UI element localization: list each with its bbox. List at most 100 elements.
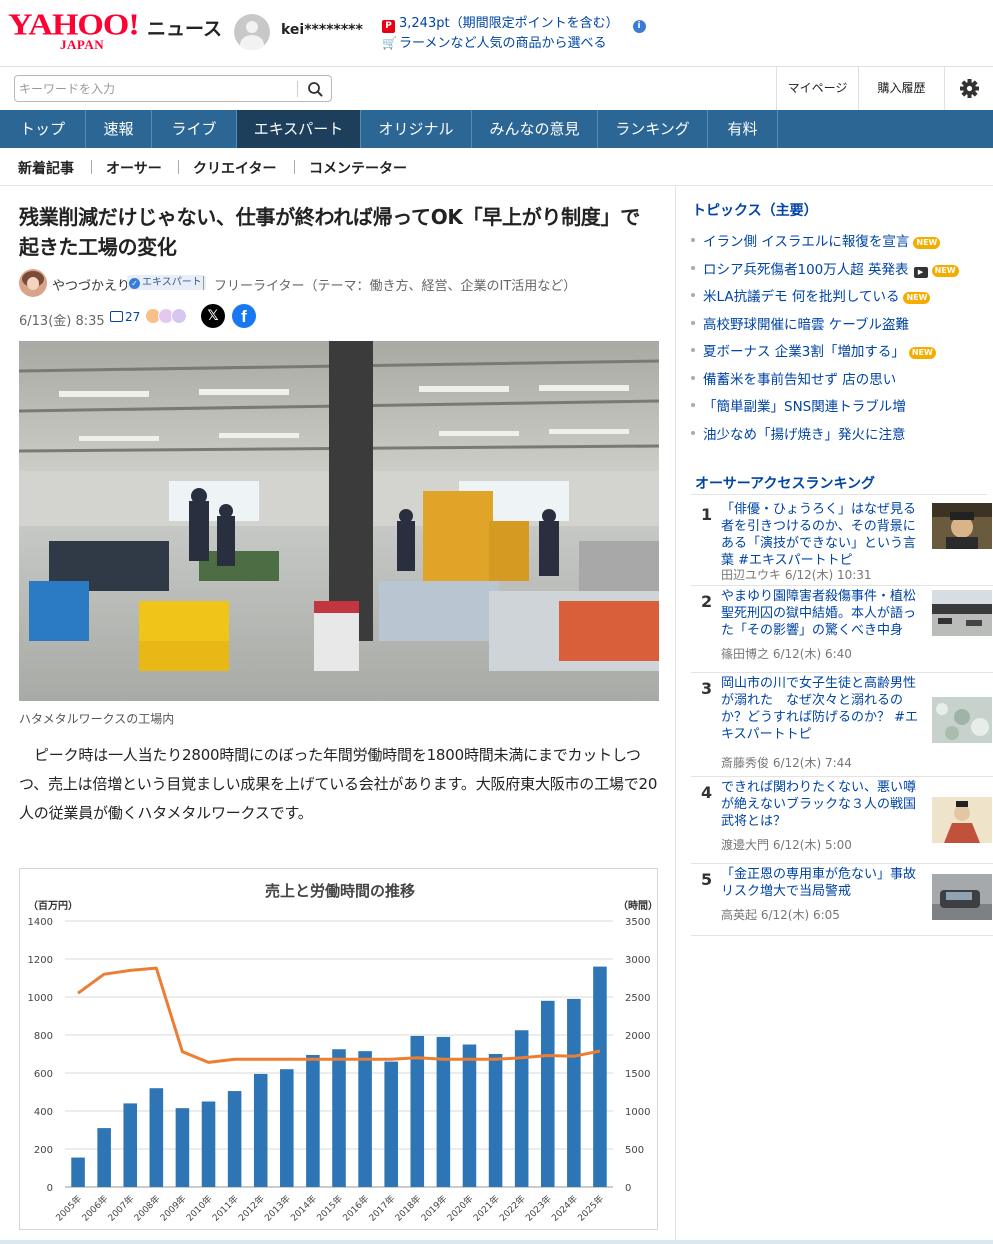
rank-number: 1: [701, 505, 713, 524]
new-badge: NEW: [908, 347, 936, 359]
ranking-item[interactable]: 2 やまゆり園障害者殺傷事件・植松聖死刑囚の獄中結婚。本人が語った「その影響」の…: [691, 586, 993, 673]
y-left-tick-label: 400: [34, 1107, 53, 1118]
tab-top[interactable]: トップ: [0, 110, 86, 148]
x-tick-label: 2005年: [53, 1193, 84, 1224]
chart-bar: [332, 1049, 346, 1187]
y-left-tick-label: 1000: [28, 993, 53, 1004]
subnav-authors[interactable]: オーサー: [106, 158, 162, 178]
settings-button[interactable]: [944, 67, 993, 110]
tab-live[interactable]: ライブ: [152, 110, 237, 148]
x-tick-label: 2021年: [471, 1193, 502, 1224]
x-tick-label: 2015年: [314, 1193, 345, 1224]
rank-title: 岡山市の川で女子生徒と高齢男性が溺れた なぜ次々と溺れるのか？どうすれば防げるの…: [721, 676, 919, 742]
chart-bar: [462, 1044, 477, 1187]
chart-bar: [175, 1108, 190, 1187]
x-tick-label: 2008年: [131, 1193, 162, 1224]
ranking-title[interactable]: オーサーアクセスランキング: [695, 473, 875, 493]
search-bar-row: マイページ 購入履歴: [0, 66, 993, 110]
tab-expert[interactable]: エキスパート: [237, 110, 361, 148]
purchase-history-link[interactable]: 購入履歴: [858, 67, 944, 110]
mypage-link[interactable]: マイページ: [776, 67, 858, 110]
topic-title: 備蓄米を事前告知せず 店の思い: [703, 371, 897, 388]
tab-opinions[interactable]: みんなの意見: [472, 110, 598, 148]
subnav-separator: [178, 160, 179, 174]
article-photo: [19, 341, 659, 701]
chart-bar: [306, 1054, 320, 1187]
author-description: フリーライター（テーマ：働き方、経営、企業のIT活用など）: [214, 279, 577, 294]
reaction-icons[interactable]: [145, 308, 187, 326]
rank-number: 5: [701, 870, 713, 889]
ranking-divider: [691, 494, 987, 495]
promo-text: ラーメンなど人気の商品から選べる: [399, 36, 607, 51]
rank-thumbnail: [932, 697, 992, 743]
facebook-share-icon[interactable]: f: [232, 304, 256, 328]
logo-text: YAHOO!: [8, 8, 140, 42]
tab-breaking[interactable]: 速報: [86, 110, 152, 148]
x-tick-label: 2009年: [158, 1193, 189, 1224]
rank-title: 「金正恩の専用車が危ない」事故リスク増大で当局警戒: [721, 867, 917, 899]
chart-bar: [71, 1157, 85, 1187]
topic-item[interactable]: 高校野球開催に暗雲 ケーブル盗難: [691, 313, 987, 341]
topic-item[interactable]: 油少なめ「揚げ焼き」発火に注意: [691, 423, 987, 451]
topic-item[interactable]: 夏ボーナス 企業3割「増加する」 NEW: [691, 340, 987, 368]
user-avatar[interactable]: [234, 14, 270, 50]
search-button[interactable]: [303, 79, 327, 99]
rank-author: 田辺ユウキ: [721, 568, 782, 582]
search-input[interactable]: [19, 79, 297, 99]
ranking-item[interactable]: 1 「俳優・ひょうろく」はなぜ見る者を引きつけるのか、その背景にある「演技ができ…: [691, 499, 993, 586]
topic-title: 夏ボーナス 企業3割「増加する」: [703, 344, 905, 360]
rank-author: 篠田博之: [721, 647, 770, 661]
username[interactable]: kei********: [281, 22, 363, 38]
tab-ranking[interactable]: ランキング: [598, 110, 708, 148]
author-avatar[interactable]: [19, 269, 47, 297]
y-right-tick-label: 0: [625, 1183, 631, 1194]
y-left-tick-label: 1200: [28, 955, 53, 966]
expert-badge: ✓ エキスパート: [127, 275, 206, 290]
topic-item[interactable]: イラン側 イスラエルに報復を宣言 NEW: [691, 230, 987, 258]
x-tick-label: 2012年: [236, 1193, 267, 1224]
subnav-new-articles[interactable]: 新着記事: [18, 158, 74, 178]
chart-title: 売上と労働時間の推移: [265, 882, 415, 900]
rank-meta: 篠田博之 6/12(木) 6:40: [721, 645, 852, 662]
topic-item[interactable]: 備蓄米を事前告知せず 店の思い: [691, 368, 987, 396]
x-tick-label: 2019年: [418, 1193, 449, 1224]
neutral-face-icon: [171, 308, 187, 324]
topics-title[interactable]: トピックス（主要）: [692, 200, 818, 220]
topic-item[interactable]: 米LA抗議デモ 何を批判している NEW: [691, 285, 987, 313]
new-badge: NEW: [931, 264, 959, 277]
chart-bar: [514, 1030, 529, 1187]
rank-thumbnail: [932, 797, 992, 843]
rank-date: 6/12(木) 5:00: [772, 838, 852, 852]
x-tick-label: 2007年: [105, 1193, 136, 1224]
ranking-item[interactable]: 5 「金正恩の専用車が危ない」事故リスク増大で当局警戒 高英起 6/12(木) …: [691, 864, 993, 936]
tab-original[interactable]: オリジナル: [361, 110, 472, 148]
author-row: やつづかえり ✓ エキスパート フリーライター（テーマ：働き方、経営、企業のIT活…: [19, 269, 659, 297]
tab-paid[interactable]: 有料: [708, 110, 778, 148]
topic-item[interactable]: ロシア兵死傷者100万人超 英発表 ▶ NEW: [691, 258, 987, 286]
x-tick-label: 2017年: [366, 1193, 397, 1224]
x-share-icon[interactable]: 𝕏: [201, 304, 225, 328]
ranking-item[interactable]: 3 岡山市の川で女子生徒と高齢男性が溺れた なぜ次々と溺れるのか？どうすれば防げ…: [691, 673, 993, 777]
chart-bar: [280, 1069, 294, 1187]
comment-count-link[interactable]: 27: [110, 310, 140, 324]
top-header: YAHOO! JAPAN ニュース kei******** P 3,243pt（期…: [0, 0, 993, 66]
subnav-commentators[interactable]: コメンテーター: [309, 158, 407, 178]
date-row: 6/13(金) 8:35 27 𝕏 f: [19, 304, 659, 332]
points-link[interactable]: P 3,243pt（期間限定ポイントを含む） i: [382, 12, 646, 33]
expert-label: エキスパート: [142, 277, 202, 288]
yahoo-japan-logo[interactable]: YAHOO! JAPAN: [8, 10, 148, 54]
subnav-creators[interactable]: クリエイター: [193, 158, 276, 178]
chart-figure: 売上と労働時間の推移 （百万円） （時間） 0 200 400 600 800 1000 1…: [19, 868, 658, 1230]
service-name[interactable]: ニュース: [147, 14, 222, 41]
rank-date: 6/12(木) 6:05: [760, 908, 840, 922]
promo-link[interactable]: 🛒 ラーメンなど人気の商品から選べる: [382, 32, 606, 51]
topic-item[interactable]: 「簡単副業」SNS関連トラブル増: [691, 395, 987, 423]
author-name[interactable]: やつづかえり: [52, 275, 130, 294]
author-separator: [203, 276, 204, 290]
rank-meta: 高英起 6/12(木) 6:05: [721, 906, 840, 923]
logo-subtext: JAPAN: [60, 37, 105, 52]
ranking-item[interactable]: 4 できれば関わりたくない、悪い噂が絶えないブラックな３人の戦国武将とは？ 渡邊…: [691, 777, 993, 864]
rank-number: 3: [701, 679, 713, 698]
info-icon[interactable]: i: [632, 20, 646, 33]
x-tick-label: 2022年: [497, 1193, 528, 1224]
